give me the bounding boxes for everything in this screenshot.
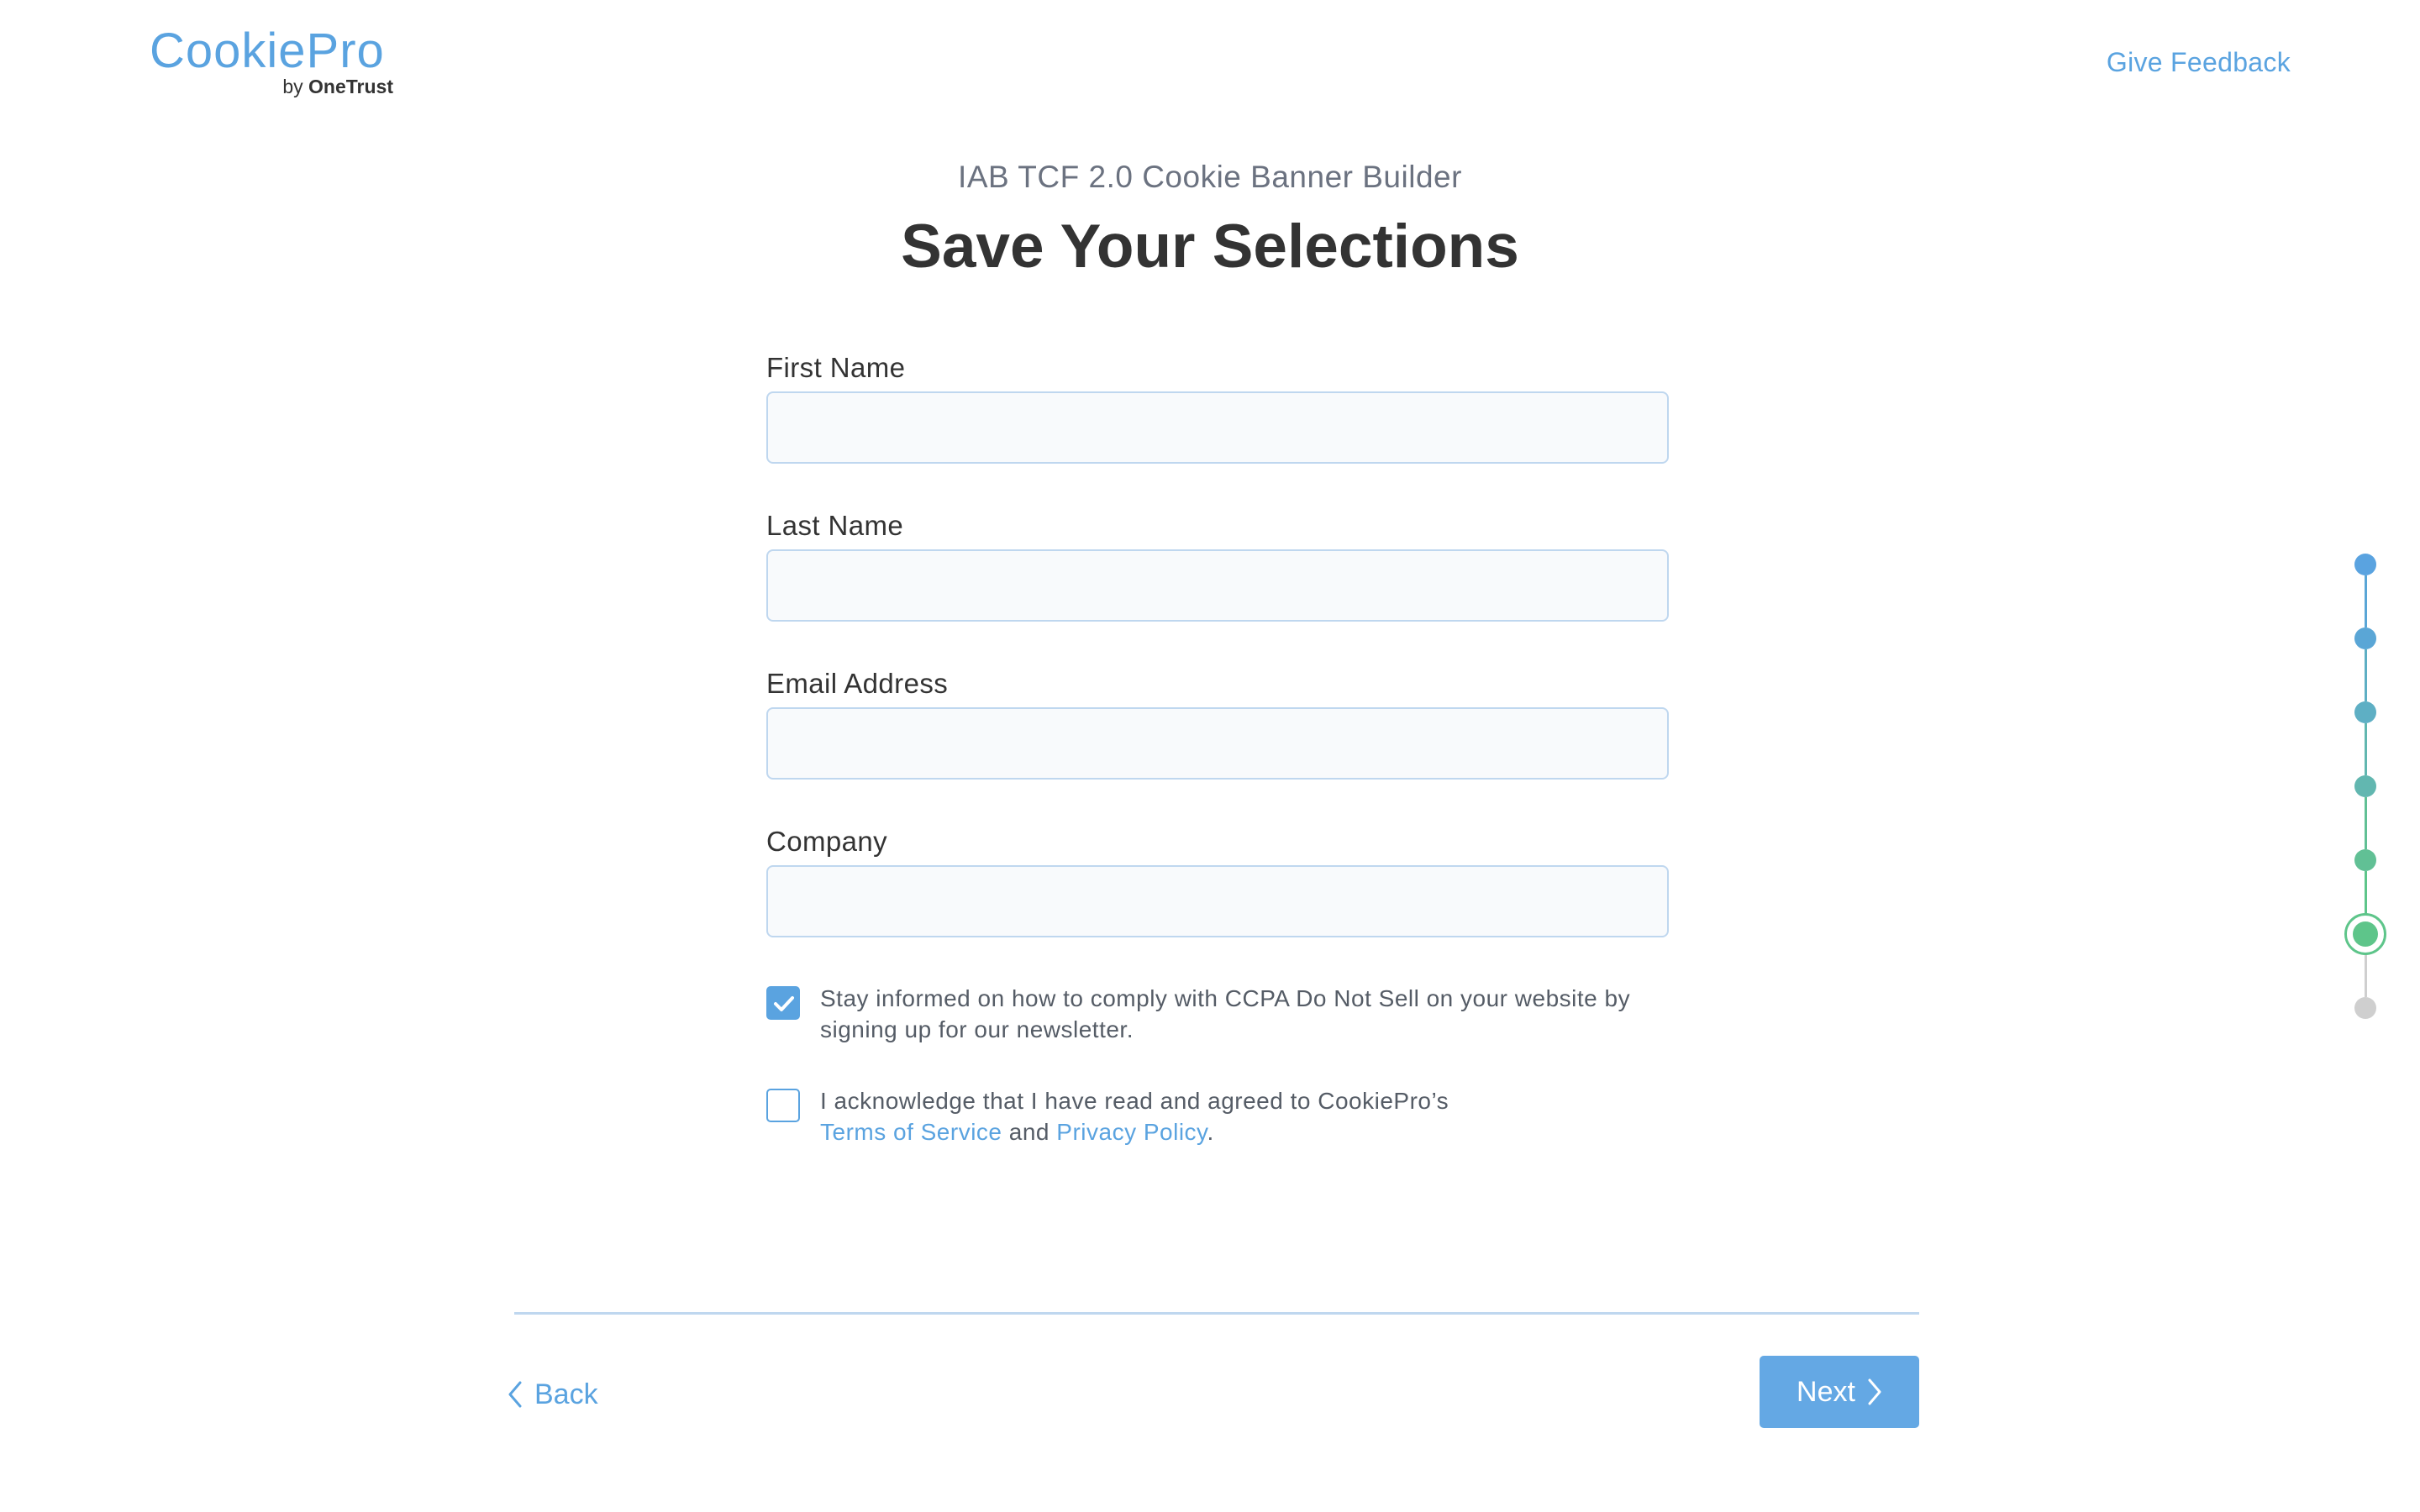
email-address-input[interactable]	[766, 707, 1669, 780]
page-title: Save Your Selections	[901, 213, 1519, 281]
back-button[interactable]: Back	[508, 1369, 598, 1420]
terms-of-service-link[interactable]: Terms of Service	[820, 1119, 1002, 1145]
stepper-connector	[2364, 723, 2367, 775]
stepper-connector	[2364, 649, 2367, 701]
back-label: Back	[534, 1378, 598, 1410]
last-name-input[interactable]	[766, 549, 1669, 622]
stepper-step-2[interactable]	[2354, 627, 2376, 649]
chevron-left-icon	[508, 1381, 522, 1408]
first-name-field-group: First Name	[766, 344, 1669, 502]
privacy-policy-link[interactable]: Privacy Policy	[1056, 1119, 1207, 1145]
page-subtitle: IAB TCF 2.0 Cookie Banner Builder	[958, 160, 1462, 194]
progress-stepper	[2344, 554, 2386, 1042]
stepper-step-3[interactable]	[2354, 701, 2376, 723]
logo-company-text: OneTrust	[308, 76, 393, 97]
terms-acknowledgement-text: I acknowledge that I have read and agree…	[820, 1088, 1449, 1114]
stepper-connector	[2364, 575, 2367, 627]
newsletter-checkbox[interactable]	[766, 986, 800, 1020]
first-name-label: First Name	[766, 352, 906, 383]
give-feedback-link[interactable]: Give Feedback	[2107, 47, 2291, 78]
footer-divider	[514, 1312, 1919, 1315]
terms-period: .	[1207, 1119, 1214, 1145]
cookiepro-logo[interactable]: CookiePro by OneTrust	[150, 24, 393, 97]
last-name-label: Last Name	[766, 510, 904, 541]
stepper-step-5[interactable]	[2354, 849, 2376, 871]
email-field-group: Email Address	[766, 660, 1669, 818]
next-label: Next	[1797, 1375, 1855, 1408]
email-address-label: Email Address	[766, 668, 949, 699]
logo-by-text: by	[282, 76, 303, 97]
stepper-step-7[interactable]	[2354, 997, 2376, 1019]
last-name-field-group: Last Name	[766, 502, 1669, 660]
terms-checkbox[interactable]	[766, 1089, 800, 1122]
stepper-step-4[interactable]	[2354, 775, 2376, 797]
terms-and-text: and	[1008, 1119, 1050, 1145]
newsletter-text: Stay informed on how to comply with CCPA…	[820, 985, 1631, 1042]
logo-wordmark: CookiePro	[150, 24, 385, 78]
save-selections-form: First Name Last Name Email Address Compa…	[766, 344, 1669, 1145]
chevron-right-icon	[1868, 1378, 1881, 1405]
company-input[interactable]	[766, 865, 1669, 937]
stepper-step-1[interactable]	[2354, 554, 2376, 575]
stepper-step-6[interactable]	[2353, 921, 2378, 947]
terms-text: I acknowledge that I have read and agree…	[820, 1085, 1669, 1147]
next-button[interactable]: Next	[1760, 1356, 1919, 1428]
stepper-connector	[2364, 797, 2367, 849]
company-field-group: Company	[766, 818, 1669, 976]
first-name-input[interactable]	[766, 391, 1669, 464]
check-icon	[774, 996, 794, 1011]
company-label: Company	[766, 826, 888, 857]
